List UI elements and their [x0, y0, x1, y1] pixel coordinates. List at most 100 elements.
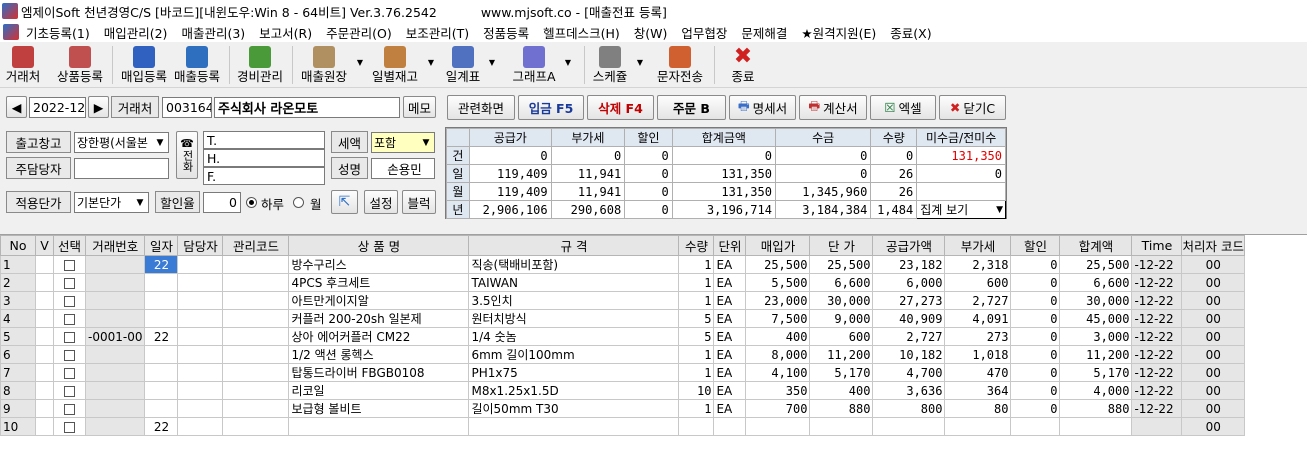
cell-price[interactable]: 400 [809, 381, 874, 400]
cell-vat[interactable]: 2,318 [944, 255, 1012, 274]
manager-cell[interactable] [177, 327, 224, 346]
prev-period-button[interactable]: ◀ [6, 96, 27, 118]
cell-cost[interactable]: 350 [745, 381, 811, 400]
toolbar-schedule-button[interactable]: 스케쥴 ▼ [589, 44, 643, 86]
row-v-cell[interactable] [35, 345, 54, 364]
row-select-cell[interactable] [53, 291, 86, 310]
cell-spec[interactable]: 6mm 길이100mm [468, 345, 680, 364]
cell-qty[interactable]: 1 [678, 291, 715, 310]
memo-button[interactable]: 메모 [403, 96, 436, 118]
menu-sales[interactable]: 매출관리(3) [174, 23, 252, 42]
trade-number-cell[interactable] [84, 255, 146, 274]
trade-number-cell[interactable] [84, 291, 146, 310]
cell-supply[interactable]: 27,273 [872, 291, 946, 310]
grid-column-header[interactable]: 규 격 [468, 235, 680, 256]
day-cell[interactable]: 22 [144, 327, 179, 346]
cell-total[interactable] [1059, 417, 1133, 436]
cell-cost[interactable]: 700 [745, 399, 811, 418]
cell-qty[interactable]: 1 [678, 255, 715, 274]
manager-cell[interactable] [177, 291, 224, 310]
row-checkbox[interactable] [64, 403, 75, 415]
cell-supply[interactable]: 23,182 [872, 255, 946, 274]
cell-price[interactable]: 600 [809, 327, 874, 346]
management-code-cell[interactable] [222, 381, 290, 400]
row-select-cell[interactable] [53, 309, 86, 328]
row-select-cell[interactable] [53, 345, 86, 364]
cell-price[interactable]: 30,000 [809, 291, 874, 310]
table-row[interactable]: 10 22 00 [0, 417, 1245, 436]
day-cell[interactable] [144, 309, 179, 328]
day-cell[interactable] [144, 399, 179, 418]
row-select-cell[interactable] [53, 399, 86, 418]
toolbar-exit-button[interactable]: ✖ 종료 [725, 44, 761, 86]
trade-number-cell[interactable] [84, 399, 146, 418]
phone-h-field[interactable]: H. [203, 149, 325, 167]
row-v-cell[interactable] [35, 399, 54, 418]
row-checkbox[interactable] [64, 331, 75, 343]
cell-spec[interactable]: 원터치방식 [468, 309, 680, 328]
row-checkbox[interactable] [64, 313, 75, 325]
row-select-cell[interactable] [53, 363, 86, 382]
table-row[interactable]: 3 아트만게이지알 3.5인치 1 EA 23,000 30,000 27,273 2,727 0… [0, 291, 1245, 310]
toolbar-expense-button[interactable]: 경비관리 [233, 44, 287, 86]
cell-supply[interactable]: 6,000 [872, 273, 946, 292]
trade-number-cell[interactable] [84, 273, 146, 292]
row-checkbox[interactable] [64, 259, 75, 271]
toolbar-sales-button[interactable]: 매출등록 [170, 44, 224, 86]
trade-number-cell[interactable] [84, 381, 146, 400]
customer-code-field[interactable]: 003164 [162, 97, 212, 118]
management-code-cell[interactable] [222, 255, 290, 274]
grid-column-header[interactable]: 합계액 [1059, 235, 1133, 256]
cell-disc[interactable] [1010, 417, 1061, 436]
table-row[interactable]: 7 탑통드라이버 FBGB0108 PH1x75 1 EA 4,100 5,170 4,700… [0, 363, 1245, 382]
cell-total[interactable]: 45,000 [1059, 309, 1133, 328]
cell-spec[interactable]: TAIWAN [468, 273, 680, 292]
cell-name[interactable]: 탑통드라이버 FBGB0108 [288, 363, 470, 382]
menu-order[interactable]: 주문관리(O) [319, 23, 399, 42]
discount-field[interactable]: 0 [203, 192, 241, 213]
cell-cost[interactable]: 25,500 [745, 255, 811, 274]
menu-business[interactable]: 업무협장 [674, 23, 734, 42]
cell-name[interactable]: 상아 에어커플러 CM22 [288, 327, 470, 346]
cell-spec[interactable]: PH1x75 [468, 363, 680, 382]
cell-spec[interactable] [468, 417, 680, 436]
menu-auxiliary[interactable]: 보조관리(T) [399, 23, 476, 42]
view-option-select[interactable]: 집계 보기 ▼ [916, 200, 1006, 219]
cell-disc[interactable]: 0 [1010, 399, 1061, 418]
cell-total[interactable]: 5,170 [1059, 363, 1133, 382]
grid-column-header[interactable]: 할인 [1010, 235, 1061, 256]
grid-column-header[interactable]: 단 가 [809, 235, 874, 256]
management-code-cell[interactable] [222, 345, 290, 364]
trade-number-cell[interactable] [84, 417, 146, 436]
row-checkbox[interactable] [64, 349, 75, 361]
manager-cell[interactable] [177, 363, 224, 382]
trade-number-cell[interactable]: -0001-00 [84, 327, 146, 346]
cell-price[interactable] [809, 417, 874, 436]
cell-price[interactable]: 6,600 [809, 273, 874, 292]
row-v-cell[interactable] [35, 327, 54, 346]
toolbar-product-button[interactable]: 상품등록 [53, 44, 107, 86]
cell-unit[interactable]: EA [713, 255, 747, 274]
grid-column-header[interactable]: Time [1131, 235, 1183, 256]
manager-cell[interactable] [177, 381, 224, 400]
manager-field[interactable] [74, 158, 169, 179]
menu-app-icon[interactable] [3, 24, 19, 40]
cell-price[interactable]: 9,000 [809, 309, 874, 328]
toolbar-inventory-button[interactable]: 일별재고 ▼ [368, 44, 434, 86]
grid-column-header[interactable]: 담당자 [177, 235, 224, 256]
cell-disc[interactable]: 0 [1010, 255, 1061, 274]
cell-name[interactable] [288, 417, 470, 436]
grid-column-header[interactable]: 관리코드 [222, 235, 290, 256]
row-v-cell[interactable] [35, 363, 54, 382]
radio-day[interactable] [246, 197, 257, 208]
cell-disc[interactable]: 0 [1010, 345, 1061, 364]
cell-total[interactable]: 30,000 [1059, 291, 1133, 310]
cell-price[interactable]: 11,200 [809, 345, 874, 364]
cell-supply[interactable]: 4,700 [872, 363, 946, 382]
menu-purchase[interactable]: 매입관리(2) [97, 23, 175, 42]
cell-qty[interactable]: 1 [678, 363, 715, 382]
management-code-cell[interactable] [222, 399, 290, 418]
cell-supply[interactable]: 40,909 [872, 309, 946, 328]
row-checkbox[interactable] [64, 277, 75, 289]
cell-supply[interactable]: 10,182 [872, 345, 946, 364]
